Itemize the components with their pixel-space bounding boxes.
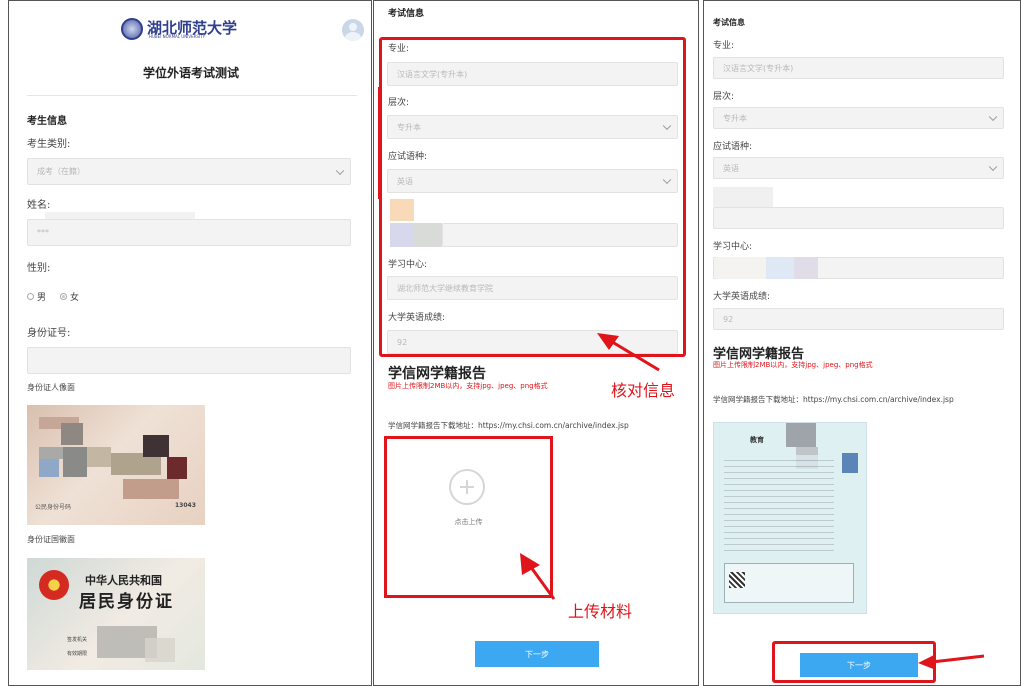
- language-value: 英语: [723, 163, 739, 173]
- center-label: 学习中心:: [713, 242, 753, 252]
- emblem-subtitle: 居民身份证: [79, 592, 174, 612]
- gender-female-label: 女: [70, 293, 80, 303]
- report-photo: [842, 453, 858, 473]
- report-url: 学信网学籍报告下载地址：https://my.chsi.com.cn/archi…: [713, 395, 954, 404]
- page-title: 学位外语考试测试: [142, 66, 239, 80]
- score-value: 92: [723, 314, 734, 324]
- level-select[interactable]: 专升本: [713, 107, 1004, 129]
- report-hint: 图片上传限制2MB以内，支持jpg、jpeg、png格式: [388, 382, 548, 390]
- blur-mask: [716, 257, 766, 279]
- chevron-down-icon: [335, 166, 345, 175]
- blur-mask: [766, 257, 794, 279]
- exam-field[interactable]: [713, 207, 1004, 229]
- category-label: 考生类别:: [27, 139, 71, 150]
- annotation-box-verify: [379, 37, 686, 357]
- report-footer: [724, 563, 854, 603]
- language-select[interactable]: 英语: [713, 157, 1004, 179]
- gender-radio-group: 男 女: [27, 290, 79, 303]
- id-number-field[interactable]: [27, 347, 351, 374]
- emblem-title: 中华人民共和国: [85, 574, 162, 587]
- university-logo-icon: [121, 18, 143, 40]
- annotation-verify-text: 核对信息: [611, 381, 676, 400]
- id-front-number: 13043: [175, 502, 196, 509]
- gender-label: 性别:: [27, 263, 51, 274]
- category-value: 成考（在籍）: [37, 167, 85, 176]
- emblem-issuer: 签发机关: [67, 637, 88, 643]
- upload-label: 点击上传: [454, 518, 483, 526]
- id-front-image[interactable]: 公民身份号码 13043: [27, 405, 205, 525]
- major-field[interactable]: 汉语言文学(专升本): [713, 57, 1004, 79]
- id-emblem-label: 身份证国徽面: [27, 535, 75, 544]
- university-name-en: HUBEI NORMAL UNIVERSITY: [149, 34, 206, 39]
- national-emblem-icon: [39, 570, 69, 600]
- chevron-down-icon: [988, 162, 998, 172]
- name-field[interactable]: ***: [27, 219, 351, 246]
- category-select[interactable]: 成考（在籍）: [27, 158, 351, 185]
- exam-info-panel-annotated: 考试信息 专业: 汉语言文学(专升本) 层次: 专升本 应试语种: 英语 学习中…: [373, 0, 699, 686]
- report-hint: 图片上传限制2MB以内，支持jpg、jpeg、png格式: [713, 361, 873, 369]
- report-doc-title: 教育: [750, 436, 764, 444]
- report-url: 学信网学籍报告下载地址：https://my.chsi.com.cn/archi…: [388, 421, 629, 430]
- chevron-down-icon: [988, 112, 998, 122]
- blur-mask: [713, 187, 773, 207]
- exam-info-panel-filled: 考试信息 专业: 汉语言文学(专升本) 层次: 专升本 应试语种: 英语 学习中…: [703, 0, 1021, 686]
- id-front-caption: 公民身份号码: [35, 504, 72, 511]
- annotation-edge: [378, 87, 381, 199]
- arrow-annotation-next: [918, 654, 985, 670]
- level-label: 层次:: [713, 92, 735, 102]
- id-number-label: 身份证号:: [27, 328, 71, 339]
- gender-male-label: 男: [37, 293, 47, 303]
- radio-male[interactable]: [27, 293, 34, 300]
- id-photo-label: 身份证人像面: [27, 383, 75, 392]
- emblem-valid: 有效期限: [67, 651, 88, 657]
- report-lines: [724, 455, 834, 555]
- name-value: ***: [37, 228, 49, 237]
- arrow-annotation-verify: [597, 333, 660, 372]
- language-label: 应试语种:: [713, 142, 753, 152]
- divider: [27, 95, 357, 96]
- section-title: 考生信息: [27, 116, 67, 127]
- section-title: 考试信息: [713, 18, 745, 27]
- next-button[interactable]: 下一步: [800, 653, 918, 677]
- radio-female[interactable]: [60, 293, 68, 300]
- arrow-annotation-upload: [520, 553, 556, 600]
- student-info-panel: 湖北师范大学 HUBEI NORMAL UNIVERSITY 学位外语考试测试 …: [8, 0, 372, 686]
- uploaded-report-image[interactable]: 教育: [713, 422, 867, 614]
- id-back-image[interactable]: 中华人民共和国 居民身份证 签发机关 有效期限: [27, 558, 205, 670]
- next-button[interactable]: 下一步: [475, 641, 599, 667]
- score-label: 大学英语成绩:: [713, 292, 771, 302]
- score-field[interactable]: 92: [713, 308, 1004, 330]
- section-title: 考试信息: [388, 9, 425, 19]
- major-value: 汉语言文学(专升本): [723, 63, 794, 73]
- blur-mask: [794, 257, 818, 279]
- report-title: 学信网学籍报告: [388, 366, 486, 382]
- level-value: 专升本: [723, 113, 747, 123]
- annotation-upload-text: 上传材料: [568, 602, 633, 621]
- major-label: 专业:: [713, 41, 735, 51]
- plus-circle-icon: [449, 469, 485, 505]
- name-label: 姓名:: [27, 200, 51, 211]
- avatar[interactable]: [342, 19, 364, 41]
